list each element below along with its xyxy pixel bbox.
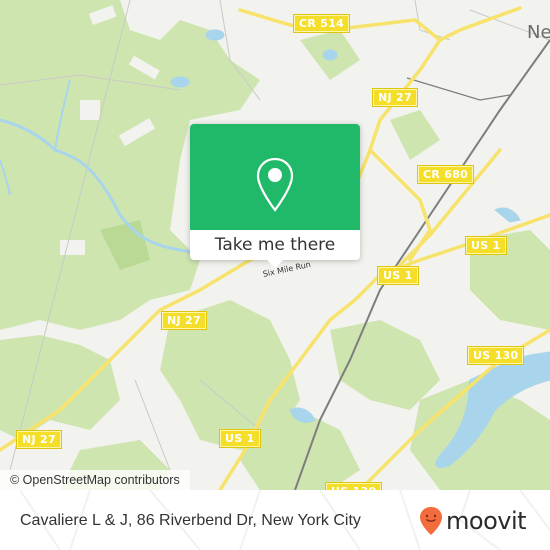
- place-label-new-brunswick: Ne: [527, 22, 550, 43]
- road-shield-us130: US 130: [326, 483, 382, 490]
- road-shield-nj27: NJ 27: [17, 431, 61, 448]
- location-popup: Take me there: [190, 124, 360, 268]
- road-shield-nj27: NJ 27: [162, 312, 206, 329]
- take-me-there-button[interactable]: Take me there: [190, 230, 360, 260]
- road-shield-nj27: NJ 27: [373, 89, 417, 106]
- location-address: Cavaliere L & J, 86 Riverbend Dr, New Yo…: [20, 512, 361, 529]
- moovit-logo[interactable]: moovit: [419, 506, 527, 536]
- road-shield-us130: US 130: [468, 347, 524, 364]
- map-attribution[interactable]: © OpenStreetMap contributors: [0, 470, 190, 490]
- moovit-pin-icon: [420, 507, 442, 535]
- forest-area: [0, 335, 120, 440]
- moovit-brand-text: moovit: [446, 507, 527, 535]
- footer-bar: Cavaliere L & J, 86 Riverbend Dr, New Yo…: [0, 490, 550, 550]
- railway-branch: [406, 77, 511, 101]
- road-shield-us1: US 1: [220, 430, 260, 447]
- road-shield-us1: US 1: [466, 237, 506, 254]
- popup-pointer: [265, 258, 285, 268]
- road-shield-cr680: CR 680: [418, 166, 474, 183]
- road-shield-cr514: CR 514: [294, 15, 350, 32]
- map-pin-icon: [256, 157, 294, 212]
- road-shield-us1: US 1: [378, 267, 418, 284]
- forest-area: [390, 110, 440, 160]
- map-view[interactable]: Ne Six Mile Run CR 514 NJ 27 CR 680 US 1…: [0, 0, 550, 490]
- popup-header: [190, 124, 360, 230]
